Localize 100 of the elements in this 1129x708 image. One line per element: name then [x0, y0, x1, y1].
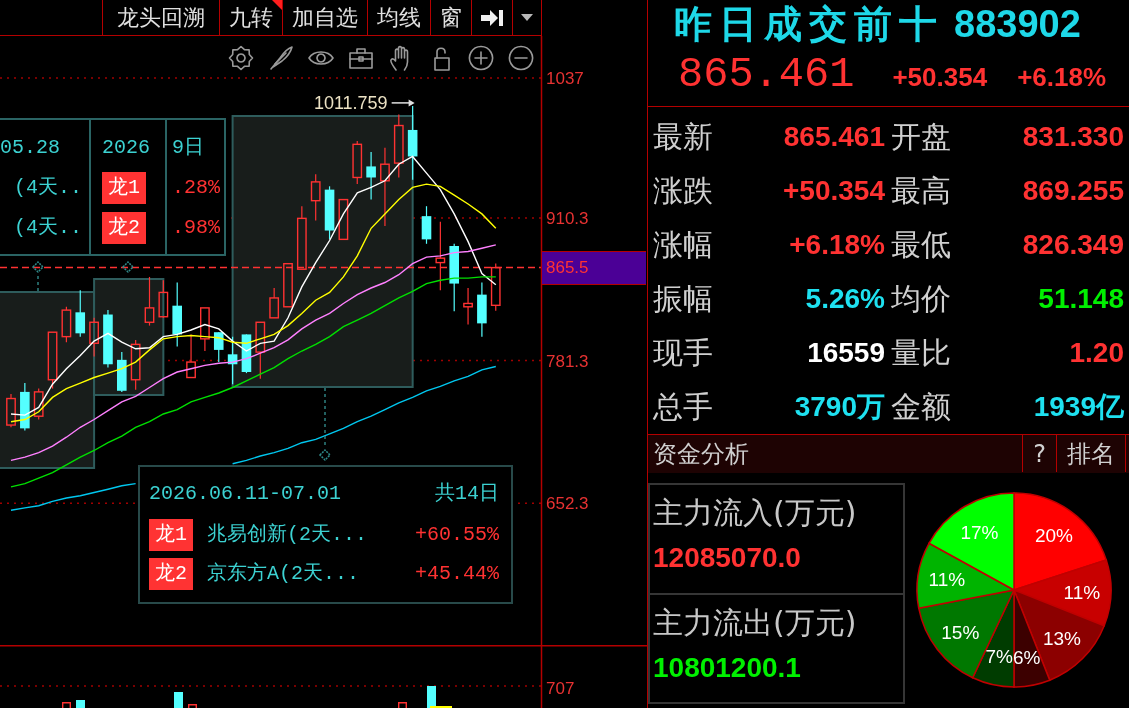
- pie-slice-label: 6%: [1012, 646, 1041, 668]
- candlestick: [103, 309, 113, 369]
- stock-name-text: (4天..: [13, 215, 83, 241]
- candlestick: [463, 287, 473, 326]
- candlestick: [421, 205, 432, 245]
- candlestick: [352, 140, 363, 185]
- toolbox-icon[interactable]: [348, 45, 374, 71]
- section-title: 资金分析: [653, 439, 750, 470]
- stock-name-text: 兆易创新(2天...: [207, 524, 368, 545]
- field-label: 最新: [653, 122, 713, 152]
- field-value: 51.148: [1038, 285, 1124, 313]
- field-value: 3790万: [794, 393, 885, 421]
- candlestick: [269, 287, 280, 319]
- candlestick: [338, 198, 349, 241]
- field-value: 826.349: [1022, 231, 1124, 259]
- axis-tick-label: 652.3: [546, 494, 589, 514]
- candlestick: [477, 281, 487, 338]
- candlestick: [310, 173, 321, 222]
- price-change: +50.354: [892, 64, 988, 90]
- candlestick: [33, 387, 44, 421]
- field-value: 831.330: [1022, 123, 1124, 151]
- year-text: 2026: [102, 135, 151, 161]
- flow-label: 主力流入(万元): [653, 494, 858, 532]
- candlestick: [6, 393, 16, 428]
- diamond-marker-icon: [31, 260, 45, 274]
- field-label: 量比: [891, 338, 951, 368]
- field-value: 865.461: [783, 123, 885, 151]
- field-value: 1.20: [1069, 339, 1124, 367]
- arrow-icon: [390, 99, 415, 107]
- candlestick: [366, 151, 376, 201]
- pie-slice-label: 17%: [960, 521, 999, 543]
- field-label: 涨幅: [653, 230, 713, 260]
- diamond-marker-icon: [318, 448, 332, 462]
- candlestick: [75, 289, 86, 338]
- toolbar-button[interactable]: 九转: [219, 0, 282, 35]
- flow-label: 主力流出(万元): [653, 604, 858, 642]
- stock-name-text: 京东方A(2天...: [207, 563, 360, 584]
- axis-tick-label: 781.3: [546, 351, 589, 371]
- candlestick: [158, 279, 169, 319]
- candlestick: [186, 333, 196, 379]
- current-price-tag: 865.5: [542, 250, 646, 285]
- flow-value: 12085070.0: [653, 541, 802, 575]
- skip-end-icon: [481, 8, 503, 27]
- candlestick: [393, 113, 404, 179]
- stock-name-text: (4天..: [13, 175, 83, 201]
- field-label: 总手: [653, 392, 713, 422]
- pie-slice-label: 7%: [985, 646, 1013, 668]
- rank-badge: 龙1: [102, 172, 146, 204]
- field-label: 金额: [891, 392, 951, 422]
- rank-badge: 龙2: [149, 557, 193, 590]
- leader-line: [37, 275, 39, 293]
- axis-tick-label: 1037: [546, 69, 584, 88]
- high-price-label: 1011.759: [313, 92, 388, 113]
- candlestick: [172, 281, 182, 348]
- pie-slice-label: 15%: [941, 621, 980, 643]
- header-button[interactable]: 排名: [1056, 435, 1126, 472]
- candlestick: [61, 306, 72, 343]
- field-label: 现手: [653, 338, 713, 368]
- caret-icon: [521, 14, 533, 21]
- corner-flag-icon: [272, 0, 282, 10]
- pie-slice-label: 20%: [1034, 525, 1073, 547]
- minus-circle-icon[interactable]: [508, 45, 534, 71]
- last-price: 865.461: [678, 50, 855, 101]
- field-label: 均价: [891, 284, 951, 314]
- percent-change-text: +45.44%: [415, 563, 499, 584]
- candlestick: [117, 351, 127, 393]
- candlestick: [47, 331, 58, 390]
- candlestick: [324, 185, 335, 240]
- candlestick: [227, 336, 238, 385]
- rank-badge: 龙1: [149, 518, 193, 551]
- percent-change: +6.18%: [1017, 64, 1107, 90]
- candlestick: [213, 331, 224, 363]
- field-label: 振幅: [653, 284, 713, 314]
- field-value: 869.255: [1022, 177, 1124, 205]
- axis-tick-label: 910.3: [546, 209, 589, 229]
- candlestick: [255, 321, 266, 380]
- field-label: 涨跌: [653, 176, 713, 206]
- candlestick: [241, 333, 252, 374]
- candlestick: [200, 307, 210, 352]
- index-code: 883902: [954, 5, 1081, 43]
- date-range-text: 2026.06.11-07.01: [149, 484, 342, 504]
- percent-change-text: +60.55%: [415, 524, 499, 545]
- index-name: 昨日成交前十: [674, 5, 944, 43]
- field-value: +6.18%: [789, 231, 885, 259]
- day-count-text: 共14日: [435, 484, 499, 504]
- settings-icon[interactable]: [228, 45, 254, 71]
- field-label: 最低: [891, 230, 951, 260]
- candlestick: [130, 339, 141, 391]
- candlestick: [20, 382, 30, 432]
- field-value: 16559: [807, 339, 885, 367]
- feather-icon[interactable]: [268, 45, 294, 71]
- flow-value: 10801200.1: [653, 651, 802, 685]
- plus-circle-icon[interactable]: [468, 45, 494, 71]
- axis-tick-label: 707: [546, 679, 575, 698]
- candlestick: [89, 317, 99, 358]
- rank-badge: 龙2: [102, 212, 146, 244]
- field-value: +50.354: [783, 177, 885, 205]
- header-button[interactable]: ?: [1022, 435, 1056, 472]
- pie-slice-label: 11%: [928, 569, 966, 591]
- field-label: 最高: [891, 176, 951, 206]
